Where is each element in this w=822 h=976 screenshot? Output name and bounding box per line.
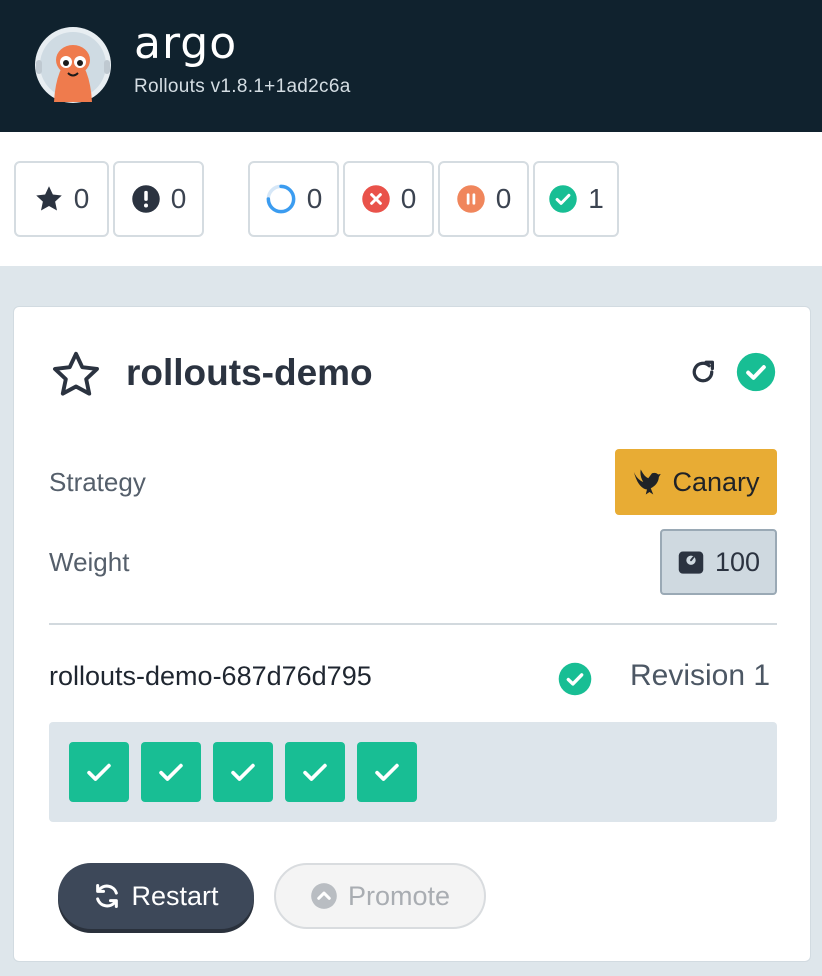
filter-count: 0	[73, 183, 90, 214]
pod-healthy[interactable]	[141, 742, 201, 802]
filter-progressing-button[interactable]: 0	[248, 161, 339, 237]
replicaset-name: rollouts-demo-687d76d795	[49, 661, 372, 691]
restart-label: Restart	[131, 880, 219, 911]
star-icon	[35, 186, 62, 211]
pod-healthy[interactable]	[357, 742, 417, 802]
pod-healthy[interactable]	[69, 742, 129, 802]
canary-bird-icon	[634, 469, 662, 495]
filter-count: 0	[306, 183, 323, 214]
section-divider	[49, 623, 777, 625]
check-icon	[231, 763, 255, 781]
pod-healthy[interactable]	[285, 742, 345, 802]
weight-badge: 100	[660, 529, 777, 595]
filter-bar: 0 0 0 0 0 1	[0, 132, 822, 266]
degraded-icon	[361, 185, 390, 213]
promote-button[interactable]: Promote	[274, 863, 486, 929]
healthy-status-icon	[736, 352, 776, 392]
filter-requires-attention-button[interactable]: 0	[113, 161, 204, 237]
filter-paused-button[interactable]: 0	[438, 161, 529, 237]
top-header: argo Rollouts v1.8.1+1ad2c6a	[0, 0, 822, 132]
check-icon	[87, 763, 111, 781]
filter-healthy-button[interactable]: 1	[533, 161, 619, 237]
strategy-label: Strategy	[49, 467, 146, 497]
filter-count: 0	[170, 183, 187, 214]
filter-count: 1	[588, 183, 604, 214]
app-version: Rollouts v1.8.1+1ad2c6a	[134, 76, 351, 97]
rollout-name: rollouts-demo	[126, 352, 373, 393]
revision-label: Revision 1	[630, 659, 771, 692]
favorite-star-icon[interactable]	[50, 349, 102, 401]
refresh-icon[interactable]	[688, 357, 718, 387]
pod-healthy[interactable]	[213, 742, 273, 802]
brand-name: argo	[134, 18, 238, 69]
strategy-value: Canary	[672, 466, 760, 497]
exclamation-icon	[131, 185, 160, 213]
replicaset-healthy-icon	[558, 662, 592, 696]
weight-label: Weight	[49, 547, 130, 577]
restart-button[interactable]: Restart	[58, 863, 254, 929]
promote-label: Promote	[347, 880, 451, 911]
progressing-icon	[266, 184, 296, 214]
filter-count: 0	[400, 183, 417, 214]
filter-count: 0	[495, 183, 512, 214]
weight-value: 100	[714, 546, 761, 577]
healthy-icon	[549, 185, 577, 213]
check-icon	[303, 763, 327, 781]
rollout-card[interactable]: rollouts-demo Strategy Canary Weight 100…	[13, 306, 811, 962]
check-icon	[159, 763, 183, 781]
weight-scale-icon	[678, 551, 704, 574]
sync-icon	[96, 883, 119, 909]
check-icon	[375, 763, 399, 781]
filter-degraded-button[interactable]: 0	[343, 161, 434, 237]
argo-logo-icon	[35, 27, 111, 103]
strategy-badge: Canary	[615, 449, 777, 515]
paused-icon	[456, 185, 485, 213]
filter-favorites-button[interactable]: 0	[14, 161, 109, 237]
pods-container	[49, 722, 777, 822]
chevron-up-circle-icon	[311, 883, 337, 909]
